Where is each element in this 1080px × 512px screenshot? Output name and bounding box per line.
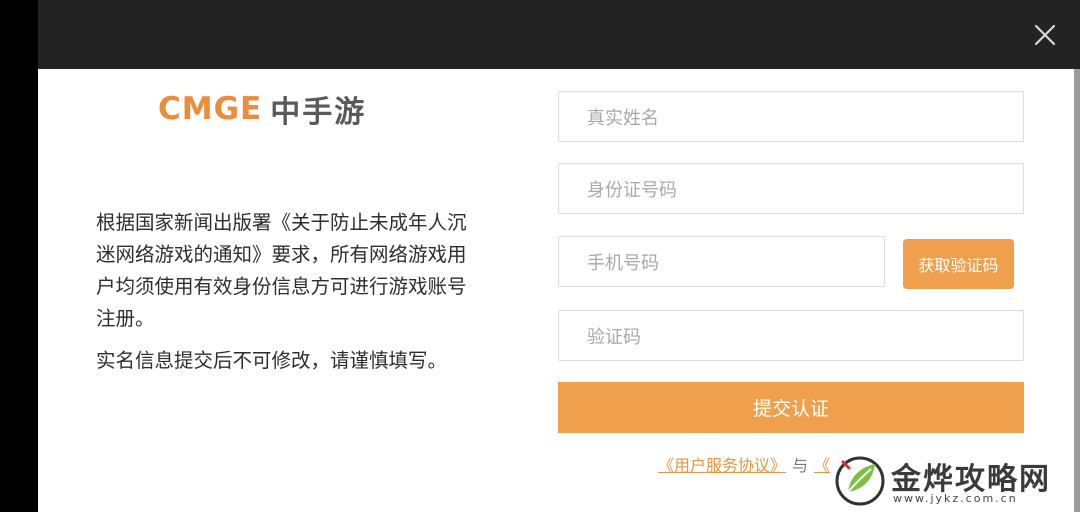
- close-button[interactable]: [1030, 20, 1060, 50]
- watermark-url: www.jykz.com.cn: [893, 492, 1018, 505]
- id-number-placeholder: 身份证号码: [587, 179, 677, 201]
- phone-number-input[interactable]: 手机号码: [558, 236, 885, 287]
- real-name-placeholder: 真实姓名: [587, 107, 659, 129]
- verification-code-input[interactable]: 验证码: [558, 310, 1024, 361]
- submit-verification-button[interactable]: 提交认证: [558, 382, 1024, 433]
- dialog-top-bar: [38, 0, 1080, 69]
- id-number-input[interactable]: 身份证号码: [558, 163, 1024, 214]
- cmge-logo: CMGE 中手游: [158, 86, 366, 132]
- notice-paragraph-2: 实名信息提交后不可修改，请谨慎填写。: [96, 349, 448, 372]
- phone-number-placeholder: 手机号码: [587, 252, 659, 274]
- leaf-icon: [833, 454, 887, 506]
- user-service-agreement-link[interactable]: 《用户服务协议》: [658, 456, 786, 475]
- panel-right-edge: [1074, 69, 1080, 512]
- notice-text: 根据国家新闻出版署《关于防止未成年人沉迷网络游戏的通知》要求，所有网络游戏用户均…: [96, 207, 468, 377]
- notice-paragraph-1: 根据国家新闻出版署《关于防止未成年人沉迷网络游戏的通知》要求，所有网络游戏用户均…: [96, 211, 467, 330]
- second-agreement-link[interactable]: 《: [814, 456, 830, 475]
- verification-code-placeholder: 验证码: [587, 326, 641, 348]
- site-watermark: 金烨攻略网 www.jykz.com.cn: [833, 452, 1073, 508]
- close-icon: [1034, 24, 1056, 46]
- get-verification-code-button[interactable]: 获取验证码: [903, 239, 1014, 289]
- agreement-links: 《用户服务协议》与《: [658, 452, 830, 476]
- real-name-input[interactable]: 真实姓名: [558, 91, 1024, 142]
- logo-latin-text: CMGE: [158, 91, 263, 127]
- logo-chinese-text: 中手游: [270, 95, 367, 130]
- agreement-connector: 与: [792, 456, 809, 475]
